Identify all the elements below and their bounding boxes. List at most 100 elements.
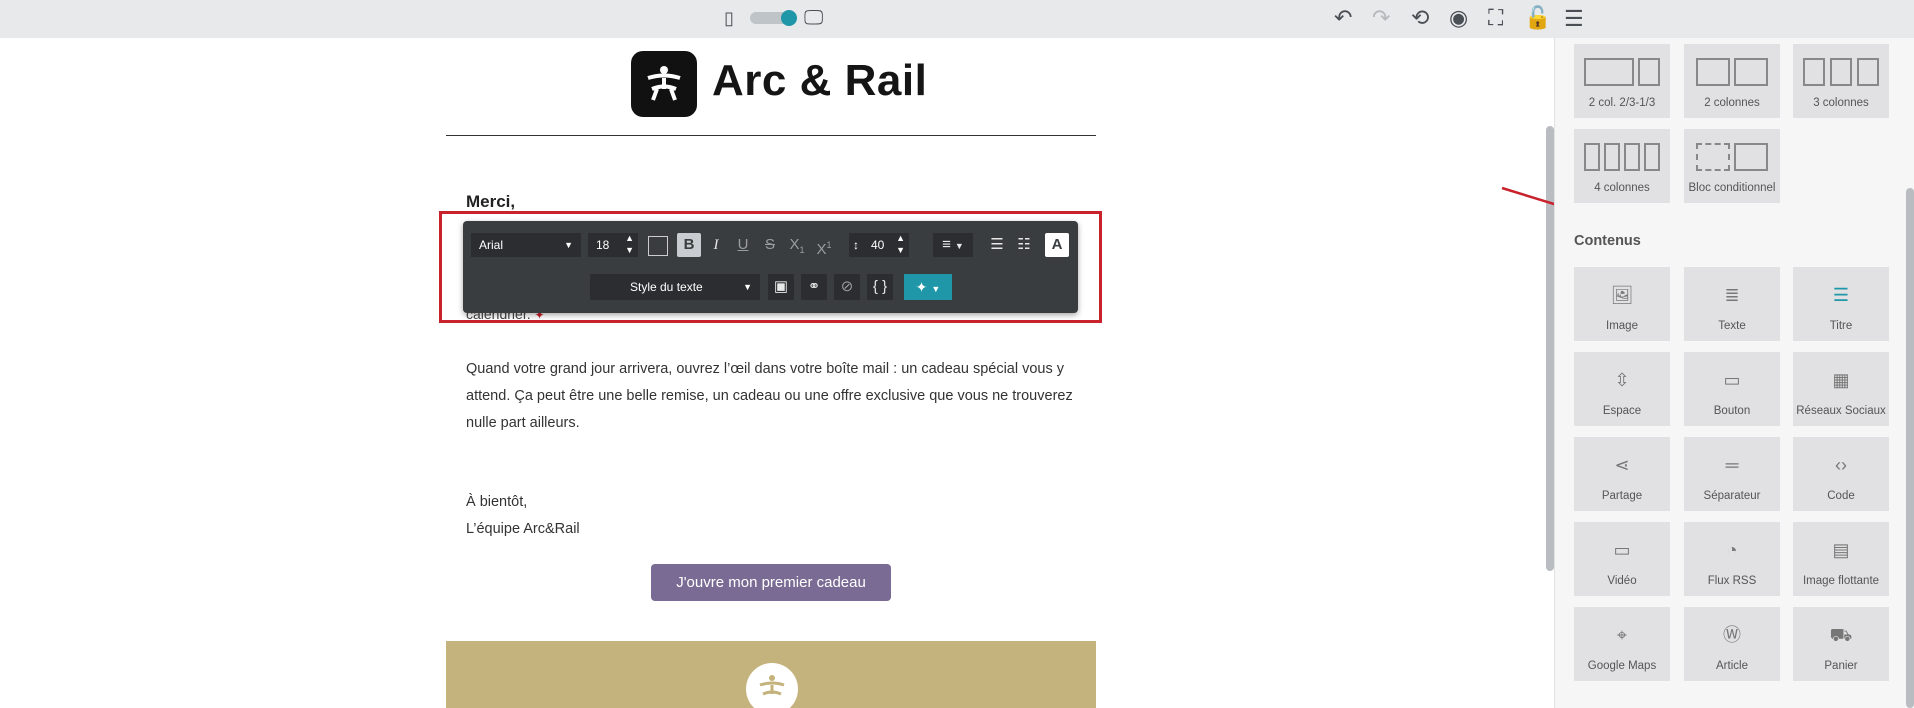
- panel-topbar: ☰: [1554, 0, 1914, 38]
- text-color-swatch[interactable]: [648, 236, 668, 256]
- tile-label: Vidéo: [1607, 575, 1637, 587]
- block-divider[interactable]: ═ Séparateur: [1684, 437, 1780, 511]
- brand-logo: [631, 51, 697, 117]
- tile-label: Texte: [1718, 320, 1746, 332]
- line-height-value: 40: [871, 238, 885, 252]
- insert-link-button[interactable]: ⚭: [801, 274, 827, 300]
- cta-button[interactable]: J'ouvre mon premier cadeau: [651, 564, 891, 601]
- block-button[interactable]: ▭ Bouton: [1684, 352, 1780, 426]
- block-cart[interactable]: ⛟ Panier: [1793, 607, 1889, 681]
- history-icon[interactable]: ⟲: [1411, 6, 1429, 30]
- unlink-button[interactable]: ⊘: [834, 274, 860, 300]
- font-size-stepper[interactable]: 18 ▲ ▼: [588, 233, 638, 257]
- tile-label: Google Maps: [1587, 660, 1657, 672]
- layout-2col-2-3[interactable]: 2 col. 2/3-1/3: [1574, 44, 1670, 118]
- text-style-value: Style du texte: [630, 280, 703, 294]
- block-image[interactable]: 🖼 Image: [1574, 267, 1670, 341]
- block-share[interactable]: ⋖ Partage: [1574, 437, 1670, 511]
- panel-scrollbar[interactable]: [1906, 188, 1914, 708]
- layout-conditional-block[interactable]: Bloc conditionnel: [1684, 129, 1780, 203]
- brand-logo-icon: [647, 66, 681, 101]
- body-paragraph[interactable]: Quand votre grand jour arrivera, ouvrez …: [466, 356, 1076, 437]
- font-family-select[interactable]: Arial ▼: [471, 233, 581, 257]
- button-icon: ▭: [1723, 370, 1741, 390]
- tile-label: Partage: [1601, 490, 1643, 502]
- divider-icon: ═: [1725, 455, 1739, 475]
- font-size-value: 18: [596, 238, 610, 252]
- tile-label: Panier: [1824, 660, 1858, 672]
- column-shape: [1830, 58, 1852, 86]
- rss-icon: ◔: [1726, 540, 1738, 560]
- floating-image-icon: ▤: [1832, 540, 1850, 560]
- column-shape: [1584, 143, 1600, 171]
- view-toggle-knob[interactable]: [781, 10, 797, 26]
- footer-logo-icon: [759, 675, 785, 696]
- numbered-list-button[interactable]: ☷: [1012, 233, 1036, 257]
- merge-tag-button[interactable]: { }: [867, 274, 893, 300]
- caret-down-icon: ▼: [743, 282, 752, 292]
- spacer-icon: ⇳: [1614, 370, 1630, 390]
- contents-section-title: Contenus: [1574, 233, 1641, 249]
- text-format-toolbar: Arial ▼ 18 ▲ ▼ B I U S X1 X1 ↕ 40 ▲ ▼ ≡ ▼ ☰ ☷ A…: [463, 221, 1078, 313]
- insert-image-button[interactable]: ▣: [768, 274, 794, 300]
- block-google-maps[interactable]: ⌖ Google Maps: [1574, 607, 1670, 681]
- column-shape: [1696, 58, 1730, 86]
- wordpress-icon: Ⓦ: [1723, 625, 1741, 645]
- layout-3col[interactable]: 3 colonnes: [1793, 44, 1889, 118]
- preview-eye-icon[interactable]: ◉: [1449, 6, 1468, 30]
- fullscreen-icon[interactable]: ⛶: [1488, 6, 1503, 30]
- greeting-text[interactable]: Merci,: [466, 192, 515, 212]
- tile-label: Espace: [1602, 405, 1642, 417]
- subscript-button[interactable]: X1: [785, 233, 809, 257]
- line-height-stepper[interactable]: ↕ 40 ▲ ▼: [849, 233, 909, 257]
- text-style-reset-button[interactable]: A: [1045, 233, 1069, 257]
- block-title[interactable]: ☰ Titre: [1793, 267, 1889, 341]
- redo-icon[interactable]: ↷: [1372, 6, 1390, 30]
- block-social[interactable]: ▦ Réseaux Sociaux: [1793, 352, 1889, 426]
- font-family-value: Arial: [479, 238, 504, 252]
- social-icon: ▦: [1832, 370, 1850, 390]
- signoff[interactable]: À bientôt, L’équipe Arc&Rail: [466, 489, 580, 543]
- magic-wand-icon: ✦: [915, 279, 928, 295]
- tile-label: Bloc conditionnel: [1688, 182, 1776, 194]
- column-shape: [1624, 143, 1640, 171]
- mobile-icon[interactable]: ▯: [724, 6, 734, 30]
- block-article[interactable]: Ⓦ Article: [1684, 607, 1780, 681]
- video-icon: ▭: [1613, 540, 1631, 560]
- unlock-icon[interactable]: 🔓: [1524, 6, 1551, 30]
- tile-label: Bouton: [1713, 405, 1751, 417]
- strikethrough-button[interactable]: S: [758, 233, 782, 257]
- column-shape: [1638, 58, 1660, 86]
- ai-magic-button[interactable]: ✦ ▼: [904, 274, 952, 300]
- tile-label: Image: [1606, 320, 1638, 332]
- cart-icon: ⛟: [1829, 625, 1853, 645]
- bold-button[interactable]: B: [677, 233, 701, 257]
- block-spacer[interactable]: ⇳ Espace: [1574, 352, 1670, 426]
- layout-2col[interactable]: 2 colonnes: [1684, 44, 1780, 118]
- stepper-arrows-icon: ▲ ▼: [625, 233, 634, 255]
- layout-4col[interactable]: 4 colonnes: [1574, 129, 1670, 203]
- block-code[interactable]: ‹› Code: [1793, 437, 1889, 511]
- block-video[interactable]: ▭ Vidéo: [1574, 522, 1670, 596]
- share-icon: ⋖: [1614, 455, 1630, 475]
- tile-label: Titre: [1829, 320, 1853, 332]
- underline-button[interactable]: U: [731, 233, 755, 257]
- caret-down-icon: ▼: [564, 240, 573, 250]
- desktop-icon[interactable]: 🖵: [804, 6, 823, 30]
- text-style-select[interactable]: Style du texte ▼: [590, 274, 760, 300]
- undo-icon[interactable]: ↶: [1334, 6, 1352, 30]
- column-shape: [1604, 143, 1620, 171]
- tile-label: 4 colonnes: [1594, 182, 1650, 194]
- panel-toggle-icon[interactable]: ☰: [1564, 6, 1584, 32]
- block-floating-image[interactable]: ▤ Image flottante: [1793, 522, 1889, 596]
- tile-label: 2 colonnes: [1704, 97, 1760, 109]
- italic-button[interactable]: I: [704, 233, 728, 257]
- align-dropdown[interactable]: ≡ ▼: [933, 233, 973, 257]
- tile-label: Article: [1716, 660, 1748, 672]
- caret-down-icon: ▼: [954, 241, 964, 251]
- bullet-list-button[interactable]: ☰: [985, 233, 1009, 257]
- block-text[interactable]: ≣ Texte: [1684, 267, 1780, 341]
- column-shape: [1803, 58, 1825, 86]
- superscript-button[interactable]: X1: [812, 233, 836, 258]
- block-rss[interactable]: ◔ Flux RSS: [1684, 522, 1780, 596]
